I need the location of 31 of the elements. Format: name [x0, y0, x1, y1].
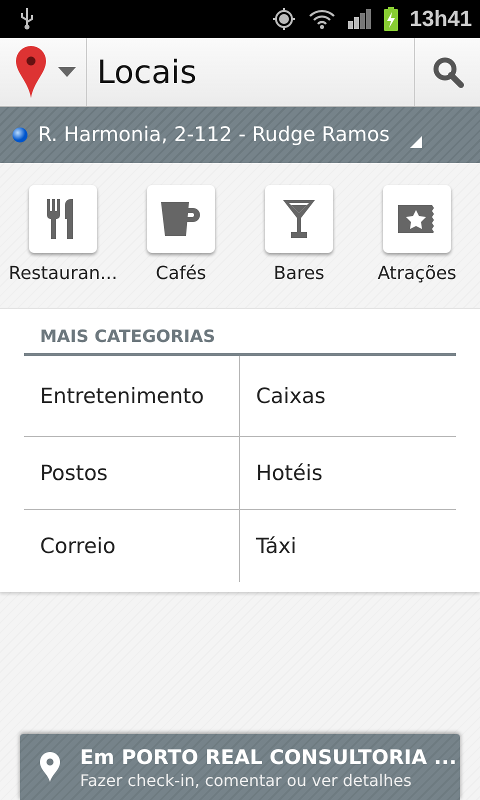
map-pin-icon	[40, 752, 60, 782]
category-item[interactable]: Hotéis	[240, 436, 456, 509]
location-bar[interactable]: R. Harmonia, 2-112 - Rudge Ramos	[0, 107, 480, 163]
clock-time: 13h41	[410, 6, 472, 32]
category-item[interactable]: Correio	[24, 509, 240, 582]
location-dot-icon	[12, 127, 28, 143]
check-in-subtitle: Fazer check-in, comentar ou ver detalhes	[80, 770, 413, 790]
category-button[interactable]: Atrações	[361, 185, 473, 284]
ticket-star-icon	[398, 205, 436, 233]
caret-icon	[58, 67, 76, 77]
category-item[interactable]: Caixas	[240, 356, 456, 436]
category-item[interactable]: Postos	[24, 436, 240, 509]
coffee-cup-icon	[161, 202, 201, 236]
search-icon	[432, 56, 464, 88]
category-button[interactable]: Bares	[243, 185, 355, 284]
usb-icon	[20, 8, 34, 30]
category-button[interactable]: Restauran...	[7, 185, 119, 284]
map-pin-icon	[16, 46, 46, 98]
section-heading: MAIS CATEGORIAS	[24, 327, 456, 356]
gps-icon	[272, 7, 296, 31]
check-in-banner[interactable]: Em PORTO REAL CONSULTORIA ... Fazer check-in, comentar ou ver detalhes	[20, 734, 460, 800]
category-item[interactable]: Entretenimento	[24, 356, 240, 436]
category-button[interactable]: Cafés	[125, 185, 237, 284]
battery-charging-icon	[384, 7, 398, 31]
dropdown-corner-icon	[410, 136, 422, 148]
category-item[interactable]: Táxi	[240, 509, 456, 582]
signal-icon	[348, 9, 372, 29]
wifi-icon	[308, 8, 336, 30]
screen-title: Locais	[96, 52, 198, 93]
check-in-title: Em PORTO REAL CONSULTORIA ...	[80, 744, 457, 768]
cocktail-glass-icon	[283, 200, 315, 238]
